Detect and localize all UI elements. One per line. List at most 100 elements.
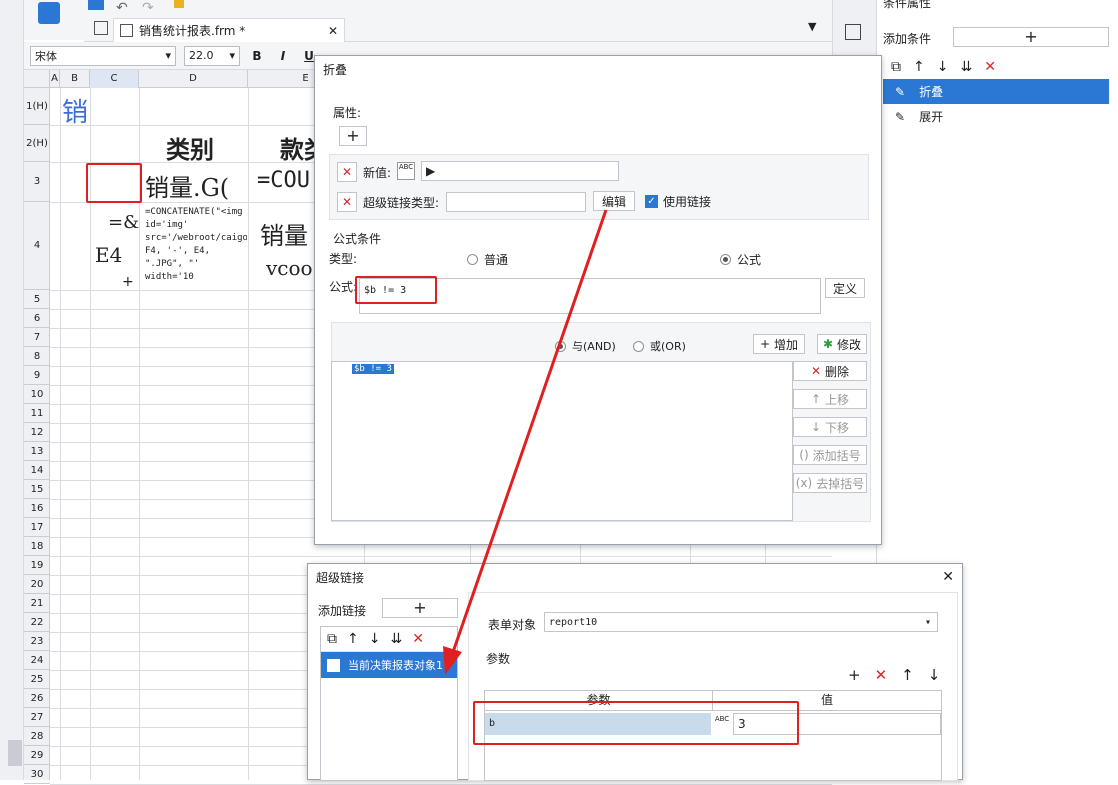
- add-param-icon[interactable]: +: [848, 666, 861, 684]
- row-header-9[interactable]: 9: [24, 366, 50, 385]
- delete-button[interactable]: ✕ 删除: [793, 361, 867, 381]
- row-header-28[interactable]: 28: [24, 727, 50, 746]
- use-link-checkbox[interactable]: ✓ 使用链接: [645, 193, 711, 210]
- row-header-16[interactable]: 16: [24, 499, 50, 518]
- tab-title: 销售统计报表.frm *: [139, 24, 246, 38]
- condition-list-item[interactable]: $b != 3: [352, 364, 394, 374]
- move-bottom-icon[interactable]: ⇊: [390, 631, 402, 647]
- cell-d4[interactable]: =CONCATENATE("<img id='img' src='/webroo…: [145, 206, 247, 288]
- add-condition-item-button[interactable]: + 增加: [753, 334, 805, 354]
- row-header-6[interactable]: 6: [24, 309, 50, 328]
- condition-item-expand[interactable]: ✎ 展开: [883, 104, 1109, 129]
- add-paren-button[interactable]: () 添加括号: [793, 445, 867, 465]
- cell-d2[interactable]: 类别: [166, 130, 214, 165]
- add-prop-button[interactable]: +: [339, 126, 367, 146]
- delete-icon[interactable]: ✕: [984, 59, 996, 75]
- row-header-10[interactable]: 10: [24, 385, 50, 404]
- delete-param-icon[interactable]: ✕: [875, 666, 888, 684]
- move-up-icon[interactable]: ↑: [901, 666, 914, 684]
- cell-attr-icon[interactable]: [845, 24, 861, 40]
- row-header-13[interactable]: 13: [24, 442, 50, 461]
- row-header-18[interactable]: 18: [24, 537, 50, 556]
- bold-button[interactable]: B: [248, 49, 266, 63]
- move-bottom-icon[interactable]: ⇊: [960, 59, 972, 75]
- italic-button[interactable]: I: [274, 49, 292, 63]
- condition-list[interactable]: $b != 3: [331, 361, 793, 521]
- add-link-button[interactable]: +: [382, 598, 458, 618]
- pencil-icon: ✎: [895, 109, 906, 124]
- row-header-20[interactable]: 20: [24, 575, 50, 594]
- format-painter-icon[interactable]: [174, 0, 184, 8]
- row-header-11[interactable]: 11: [24, 404, 50, 423]
- row-header-25[interactable]: 25: [24, 670, 50, 689]
- row-header-4[interactable]: 4: [24, 202, 50, 290]
- move-down-icon[interactable]: ↓: [369, 631, 381, 647]
- abc-type-icon[interactable]: ABC: [397, 162, 415, 180]
- font-size-select[interactable]: 22.0 ▾: [184, 45, 240, 66]
- link-list-item[interactable]: 当前决策报表对象1: [321, 652, 457, 678]
- move-down-icon[interactable]: ↓: [937, 59, 949, 75]
- row-header-14[interactable]: 14: [24, 461, 50, 480]
- define-button[interactable]: 定义: [825, 278, 865, 298]
- row-header-26[interactable]: 26: [24, 689, 50, 708]
- modify-button[interactable]: ✱ 修改: [817, 334, 867, 354]
- select-all-corner[interactable]: [24, 70, 50, 88]
- condition-item-fold[interactable]: ✎ 折叠: [883, 79, 1109, 104]
- tab-report[interactable]: 销售统计报表.frm * ✕: [113, 18, 345, 42]
- cell-b1[interactable]: 销: [62, 92, 88, 129]
- move-up-icon[interactable]: ↑: [913, 59, 925, 75]
- row-header-12[interactable]: 12: [24, 423, 50, 442]
- row-header-23[interactable]: 23: [24, 632, 50, 651]
- tab-menu-icon[interactable]: ▼: [808, 20, 816, 33]
- close-icon[interactable]: ✕: [942, 569, 954, 585]
- cell-d3[interactable]: 销量.G(: [145, 168, 250, 203]
- grid-icon[interactable]: [94, 21, 108, 35]
- redo-icon[interactable]: ↷: [142, 0, 154, 16]
- rail-scroll-marker[interactable]: [8, 740, 22, 766]
- add-condition-button[interactable]: +: [953, 27, 1109, 47]
- designer-icon[interactable]: [38, 2, 60, 24]
- hyperlink-type-input[interactable]: [446, 192, 586, 212]
- font-family-select[interactable]: 宋体 ▾: [30, 45, 176, 66]
- save-icon[interactable]: [88, 0, 104, 10]
- type-normal-radio[interactable]: 普通: [467, 251, 508, 268]
- row-header-21[interactable]: 21: [24, 594, 50, 613]
- row-header-7[interactable]: 7: [24, 328, 50, 347]
- formula-label: 公式:: [329, 280, 358, 294]
- col-header-a[interactable]: A: [50, 70, 60, 88]
- row-header-29[interactable]: 29: [24, 746, 50, 765]
- and-radio[interactable]: 与(AND): [555, 338, 616, 354]
- copy-icon[interactable]: ⧉: [891, 59, 901, 75]
- row-header-2[interactable]: 2(H): [24, 125, 50, 162]
- edit-button[interactable]: 编辑: [593, 191, 635, 211]
- or-radio[interactable]: 或(OR): [633, 338, 686, 354]
- row-header-17[interactable]: 17: [24, 518, 50, 537]
- col-header-b[interactable]: B: [60, 70, 90, 88]
- col-header-c[interactable]: C: [90, 70, 139, 88]
- copy-icon[interactable]: ⧉: [327, 631, 337, 647]
- row-header-5[interactable]: 5: [24, 290, 50, 309]
- remove-new-value-icon[interactable]: ✕: [337, 162, 357, 182]
- form-object-select[interactable]: report10 ▾: [544, 612, 938, 632]
- row-header-30[interactable]: 30: [24, 765, 50, 784]
- row-header-1[interactable]: 1(H): [24, 88, 50, 125]
- row-header-15[interactable]: 15: [24, 480, 50, 499]
- row-header-24[interactable]: 24: [24, 651, 50, 670]
- row-header-3[interactable]: 3: [24, 162, 50, 202]
- delete-icon[interactable]: ✕: [412, 631, 424, 647]
- col-header-d[interactable]: D: [139, 70, 248, 88]
- type-formula-radio[interactable]: 公式: [720, 251, 761, 268]
- row-header-27[interactable]: 27: [24, 708, 50, 727]
- move-up-button[interactable]: ↑ 上移: [793, 389, 867, 409]
- tab-close-icon[interactable]: ✕: [328, 24, 338, 38]
- remove-hyperlink-icon[interactable]: ✕: [337, 192, 357, 212]
- undo-icon[interactable]: ↶: [116, 0, 128, 16]
- row-header-22[interactable]: 22: [24, 613, 50, 632]
- move-down-button[interactable]: ↓ 下移: [793, 417, 867, 437]
- move-down-icon[interactable]: ↓: [928, 666, 941, 684]
- remove-paren-button[interactable]: (x) 去掉括号: [793, 473, 867, 493]
- new-value-input[interactable]: ▶: [421, 161, 619, 181]
- move-up-icon[interactable]: ↑: [347, 631, 359, 647]
- row-header-8[interactable]: 8: [24, 347, 50, 366]
- row-header-19[interactable]: 19: [24, 556, 50, 575]
